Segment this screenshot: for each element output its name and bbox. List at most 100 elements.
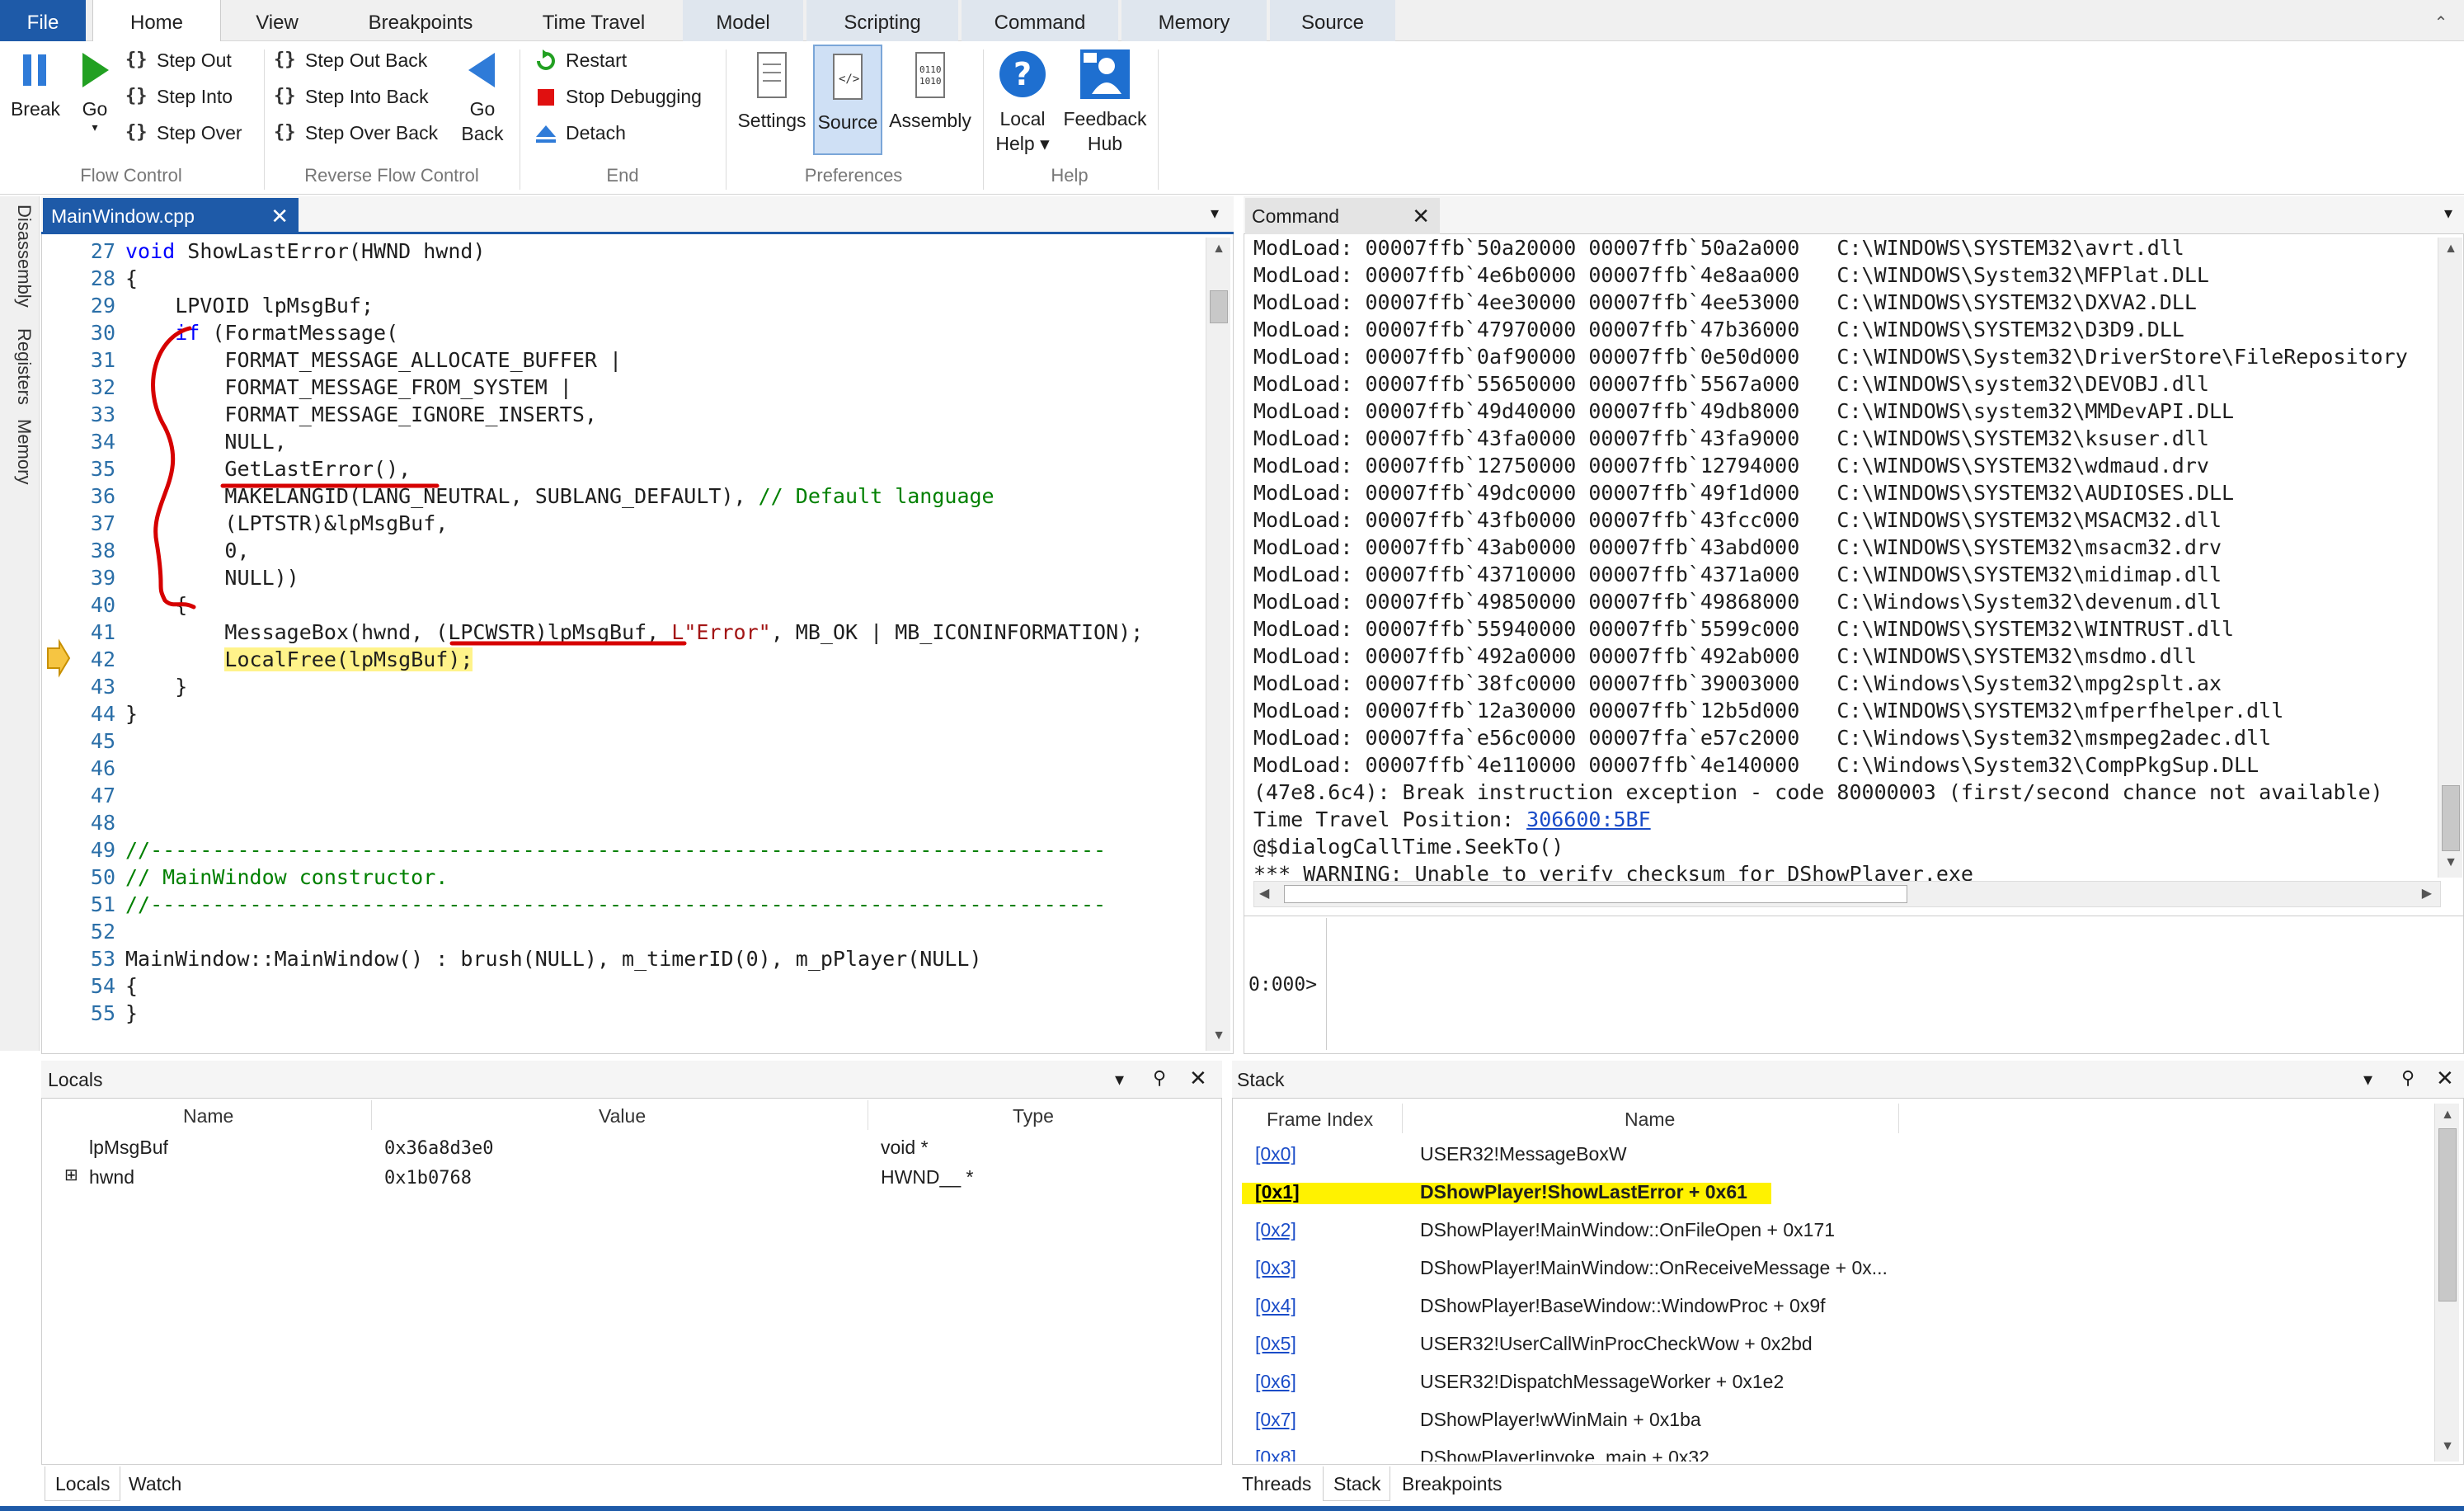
- code-line[interactable]: 46: [43, 755, 1209, 782]
- code-line[interactable]: 31 FORMAT_MESSAGE_ALLOCATE_BUFFER |: [43, 346, 1209, 374]
- code-line[interactable]: 35 GetLastError(),: [43, 455, 1209, 482]
- stack-vertical-scrollbar[interactable]: ▲ ▼: [2434, 1104, 2459, 1462]
- tab-memory[interactable]: Memory: [1121, 0, 1267, 41]
- tab-source[interactable]: Source: [1270, 0, 1395, 41]
- editor-vertical-scrollbar[interactable]: ▲ ▼: [1206, 238, 1230, 1051]
- stack-frame-index-link[interactable]: [0x2]: [1255, 1219, 1296, 1241]
- stack-frame-index-link[interactable]: [0x5]: [1255, 1333, 1296, 1355]
- stack-header-frame-index[interactable]: Frame Index: [1267, 1109, 1373, 1131]
- tab-stack[interactable]: Stack: [1323, 1466, 1390, 1501]
- editor-menu-dropdown-icon[interactable]: ▾: [1211, 203, 1219, 224]
- code-line[interactable]: 40 {: [43, 591, 1209, 619]
- code-line[interactable]: 34 NULL,: [43, 428, 1209, 455]
- code-line[interactable]: 53 MainWindow::MainWindow() : brush(NULL)…: [43, 945, 1209, 972]
- tab-watch[interactable]: Watch: [129, 1473, 181, 1495]
- step-out-back-button[interactable]: {} Step Out Back: [274, 49, 427, 74]
- code-line[interactable]: 45: [43, 727, 1209, 755]
- code-line[interactable]: 44}: [43, 700, 1209, 727]
- time-travel-position-link[interactable]: 306600:5BF: [1526, 807, 1651, 831]
- go-button[interactable]: Go ▾: [74, 49, 115, 133]
- code-line[interactable]: 55}: [43, 1000, 1209, 1027]
- stack-frame-index-link[interactable]: [0x1]: [1255, 1181, 1300, 1203]
- code-line[interactable]: 43 }: [43, 673, 1209, 700]
- tab-breakpoints[interactable]: Breakpoints: [338, 0, 503, 41]
- stack-frame-name[interactable]: DShowPlayer!MainWindow::OnReceiveMessage…: [1420, 1257, 1888, 1279]
- code-line[interactable]: 48: [43, 809, 1209, 836]
- stop-debugging-button[interactable]: Stop Debugging: [534, 86, 702, 111]
- break-button[interactable]: Break: [7, 49, 64, 121]
- tab-locals[interactable]: Locals: [45, 1466, 120, 1501]
- code-line[interactable]: 41 MessageBox(hwnd, (LPCWSTR)lpMsgBuf, L…: [43, 619, 1209, 646]
- stack-frame-name[interactable]: USER32!UserCallWinProcCheckWow + 0x2bd: [1420, 1333, 1813, 1355]
- side-tab-registers[interactable]: Registers: [2, 328, 35, 405]
- scroll-left-icon[interactable]: ◀: [1259, 885, 1269, 901]
- command-vertical-scrollbar[interactable]: ▲ ▼: [2438, 238, 2462, 878]
- pin-icon[interactable]: ⚲: [2401, 1067, 2415, 1089]
- stack-frame-index-link[interactable]: [0x8]: [1255, 1447, 1296, 1462]
- editor-scroll-thumb[interactable]: [1210, 290, 1228, 323]
- close-icon[interactable]: ✕: [2436, 1066, 2454, 1091]
- source-button[interactable]: </> Source: [813, 45, 882, 155]
- code-line[interactable]: 28 {: [43, 265, 1209, 292]
- scroll-up-icon[interactable]: ▲: [2439, 1107, 2456, 1123]
- code-line[interactable]: 38 0,: [43, 537, 1209, 564]
- go-back-button[interactable]: Go Back: [454, 49, 511, 146]
- stack-frame-name[interactable]: USER32!DispatchMessageWorker + 0x1e2: [1420, 1371, 1784, 1393]
- go-dropdown-icon[interactable]: ▾: [74, 121, 115, 133]
- locals-row-value[interactable]: 0x36a8d3e0: [384, 1138, 493, 1159]
- locals-row-name[interactable]: lpMsgBuf: [89, 1137, 168, 1159]
- tab-file[interactable]: File: [0, 0, 86, 41]
- scroll-down-icon[interactable]: ▼: [2439, 1438, 2456, 1455]
- locals-header-name[interactable]: Name: [183, 1105, 233, 1127]
- code-line[interactable]: 51 //------------------------------------…: [43, 891, 1209, 918]
- scroll-down-icon[interactable]: ▼: [1211, 1028, 1227, 1044]
- command-scroll-thumb[interactable]: [2442, 785, 2460, 851]
- code-line[interactable]: 27 void ShowLastError(HWND hwnd): [43, 238, 1209, 265]
- tab-time-travel[interactable]: Time Travel: [520, 0, 668, 41]
- editor-tab-mainwindow[interactable]: MainWindow.cpp ✕: [43, 198, 299, 234]
- code-line[interactable]: 36 MAKELANGID(LANG_NEUTRAL, SUBLANG_DEFA…: [43, 482, 1209, 510]
- stack-frame-index-link[interactable]: [0x0]: [1255, 1143, 1296, 1165]
- stack-frame-name[interactable]: DShowPlayer!ShowLastError + 0x61: [1420, 1181, 1747, 1203]
- assembly-button[interactable]: 0110 1010 Assembly: [887, 49, 973, 133]
- code-line[interactable]: 29 LPVOID lpMsgBuf;: [43, 292, 1209, 319]
- command-hscroll-thumb[interactable]: [1284, 885, 1907, 903]
- detach-button[interactable]: Detach: [534, 122, 626, 147]
- locals-header-type[interactable]: Type: [1013, 1105, 1054, 1127]
- scroll-up-icon[interactable]: ▲: [1211, 241, 1227, 257]
- command-input[interactable]: [1326, 918, 2461, 1050]
- expand-icon[interactable]: ⊞: [64, 1165, 78, 1185]
- code-line[interactable]: 32 FORMAT_MESSAGE_FROM_SYSTEM |: [43, 374, 1209, 401]
- step-over-back-button[interactable]: {} Step Over Back: [274, 122, 438, 147]
- tab-breakpoints-bottom[interactable]: Breakpoints: [1402, 1473, 1502, 1495]
- command-tab[interactable]: Command ✕: [1245, 198, 1440, 234]
- code-line[interactable]: 52: [43, 918, 1209, 945]
- code-line[interactable]: 37 (LPTSTR)&lpMsgBuf,: [43, 510, 1209, 537]
- tab-view[interactable]: View: [231, 0, 323, 41]
- tab-scripting[interactable]: Scripting: [806, 0, 958, 41]
- side-tab-memory[interactable]: Memory: [2, 419, 35, 484]
- scroll-up-icon[interactable]: ▲: [2443, 241, 2459, 257]
- step-into-button[interactable]: {} Step Into: [125, 86, 233, 111]
- scroll-right-icon[interactable]: ▶: [2422, 885, 2432, 901]
- stack-frame-index-link[interactable]: [0x6]: [1255, 1371, 1296, 1393]
- stack-scroll-thumb[interactable]: [2438, 1128, 2457, 1302]
- collapse-ribbon-icon[interactable]: ⌃: [2424, 0, 2457, 41]
- code-line[interactable]: 47: [43, 782, 1209, 809]
- code-line[interactable]: 30 if (FormatMessage(: [43, 319, 1209, 346]
- stack-dropdown-icon[interactable]: ▾: [2363, 1069, 2372, 1090]
- pin-icon[interactable]: ⚲: [1153, 1067, 1166, 1089]
- locals-row-value[interactable]: 0x1b0768: [384, 1168, 472, 1189]
- stack-header-name[interactable]: Name: [1625, 1109, 1675, 1131]
- code-line[interactable]: 42 LocalFree(lpMsgBuf);: [43, 646, 1209, 673]
- restart-button[interactable]: Restart: [534, 49, 627, 74]
- command-output[interactable]: ModLoad: 00007ffb`50a20000 00007ffb`50a2…: [1253, 234, 2439, 881]
- tab-command[interactable]: Command: [962, 0, 1118, 41]
- tab-home[interactable]: Home: [92, 0, 221, 43]
- locals-dropdown-icon[interactable]: ▾: [1115, 1069, 1124, 1090]
- locals-header-value[interactable]: Value: [599, 1105, 646, 1127]
- stack-frame-name[interactable]: DShowPlayer!invoke_main + 0x32: [1420, 1447, 1709, 1462]
- step-over-button[interactable]: {} Step Over: [125, 122, 242, 147]
- tab-threads[interactable]: Threads: [1242, 1473, 1311, 1495]
- code-line[interactable]: 54 {: [43, 972, 1209, 1000]
